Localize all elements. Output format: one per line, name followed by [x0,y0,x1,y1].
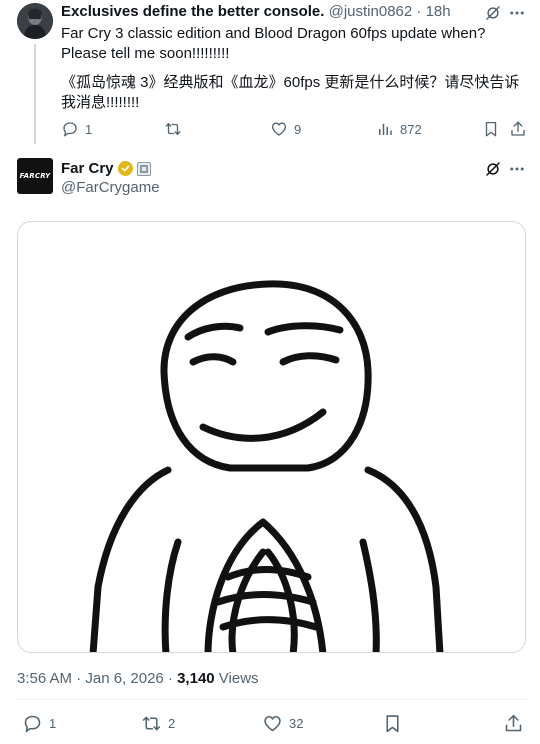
tweet-media-image[interactable] [17,221,526,653]
reply-text-chinese: 《孤岛惊魂 3》经典版和《血龙》60fps 更新是什么时候？请尽快告诉我消息!!… [61,74,520,111]
grok-icon[interactable] [484,4,502,22]
main-like-button[interactable]: 32 [262,713,303,734]
reply-icon [22,713,43,734]
main-actions: 1 2 32 [0,713,540,735]
main-repost-count: 2 [168,716,176,731]
reply-avatar[interactable] [17,3,53,39]
main-reply-count: 1 [49,716,57,731]
main-reply-button[interactable]: 1 [22,713,56,734]
more-icon[interactable] [508,160,526,178]
affiliate-badge-icon[interactable] [136,161,151,176]
reply-like-button[interactable]: 9 [270,120,301,138]
reply-views-count: 872 [400,121,422,137]
tweet-timestamp: 3:56 AM · Jan 6, 2026 · 3,140 Views [17,670,259,687]
reply-like-count: 9 [294,121,302,137]
views-label: Views [214,670,259,687]
repost-icon [141,713,162,734]
reply-separator: · [416,3,422,20]
main-bookmark-button[interactable] [382,713,403,734]
views-icon [376,120,394,138]
share-icon [509,120,527,138]
main-avatar-logo: FARCRY [19,172,51,180]
main-author: Far Cry [61,160,151,177]
main-display-name[interactable]: Far Cry [61,160,114,177]
main-avatar[interactable]: FARCRY [17,158,53,194]
reply-icon [61,120,79,138]
reply-display-name[interactable]: Exclusives define the better console. [61,3,324,20]
reply-repost-button[interactable] [164,120,188,138]
reply-text-english: Far Cry 3 classic edition and Blood Drag… [61,25,486,62]
reply-time[interactable]: 18h [426,3,451,20]
reply-share-button[interactable] [509,120,527,138]
reply-header: Exclusives define the better console. @j… [61,3,451,21]
main-repost-button[interactable]: 2 [141,713,175,734]
views-count: 3,140 [177,670,215,687]
reply-views-button[interactable]: 872 [376,120,422,138]
reply-bookmark-button[interactable] [482,120,500,138]
verified-badge-icon[interactable] [117,161,133,176]
repost-icon [164,120,182,138]
bookmark-icon [482,120,500,138]
reply-reply-count: 1 [85,121,93,137]
more-icon[interactable] [508,4,526,22]
like-icon [262,713,283,734]
grok-icon[interactable] [484,160,502,178]
timestamp-text[interactable]: 3:56 AM · Jan 6, 2026 · [17,670,177,687]
bookmark-icon [382,713,403,734]
divider [17,699,526,700]
main-like-count: 32 [289,716,304,731]
reply-actions: 1 9 872 [0,120,540,140]
main-handle[interactable]: @FarCrygame [61,179,160,196]
like-icon [270,120,288,138]
reply-reply-button[interactable]: 1 [61,120,92,138]
reply-text: Far Cry 3 classic edition and Blood Drag… [61,24,526,122]
reply-handle[interactable]: @justin0862 [329,3,413,20]
share-icon [503,713,524,734]
main-share-button[interactable] [503,713,524,734]
